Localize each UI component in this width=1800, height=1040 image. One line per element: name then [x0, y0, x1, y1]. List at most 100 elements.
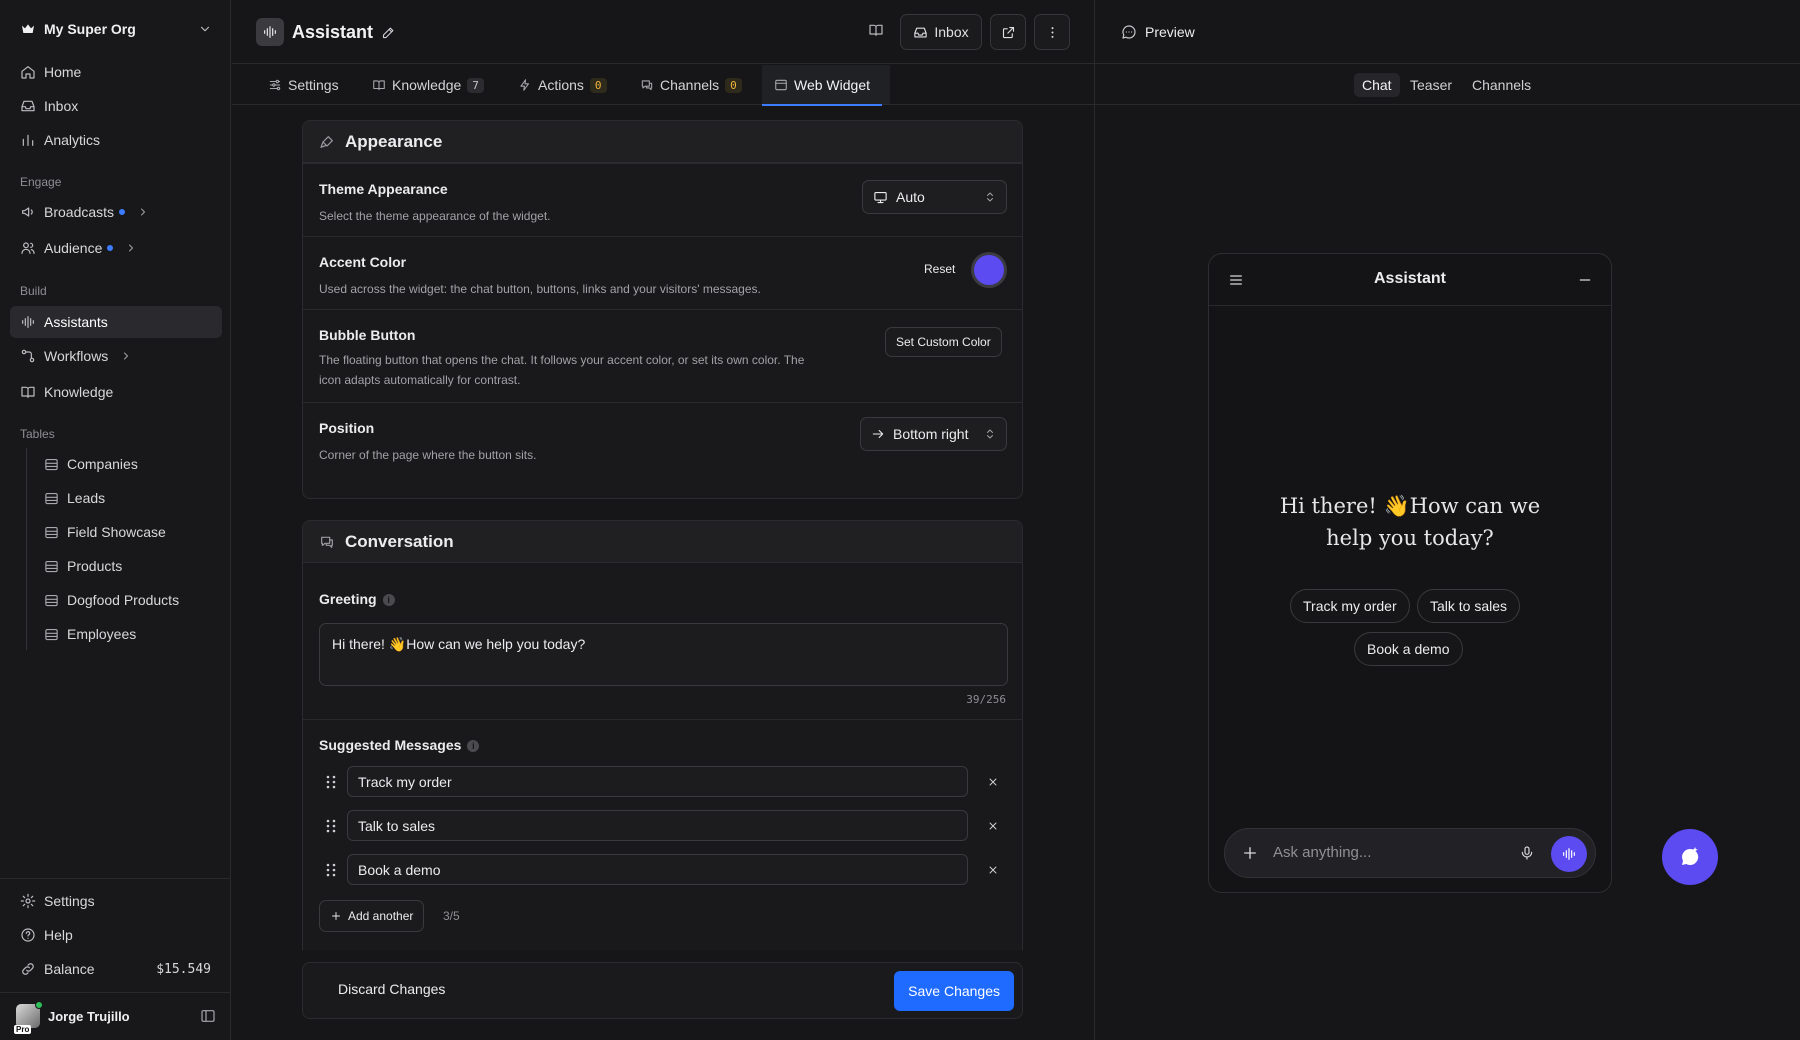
sidebar-item-audience[interactable]: Audience: [10, 232, 222, 264]
voice-mode-button[interactable]: [1551, 836, 1587, 872]
table-item-field-showcase[interactable]: Field Showcase: [44, 518, 166, 546]
composer-placeholder: Ask anything...: [1273, 844, 1372, 861]
pro-badge: Pro: [14, 1025, 32, 1034]
info-icon[interactable]: i: [382, 594, 395, 607]
suggestion-chip[interactable]: Talk to sales: [1417, 589, 1521, 623]
preview-header: Preview: [1095, 0, 1800, 64]
help-icon: [21, 928, 35, 942]
widget-composer[interactable]: Ask anything...: [1224, 828, 1596, 878]
accent-reset-button[interactable]: Reset: [924, 262, 955, 276]
sidebar-item-home[interactable]: Home: [10, 56, 222, 88]
conversation-card-header: Conversation: [303, 521, 1022, 563]
tab-channels[interactable]: Channels 0: [640, 65, 742, 105]
sidebar-item-balance[interactable]: Balance $15.549: [10, 953, 231, 985]
open-external-button[interactable]: [990, 14, 1026, 50]
chat-sparkle-icon: [1682, 847, 1699, 865]
sidebar-item-assistants[interactable]: Assistants: [10, 306, 222, 338]
tab-actions[interactable]: Actions 0: [518, 65, 607, 105]
drag-handle-icon[interactable]: [325, 775, 337, 789]
user-menu[interactable]: Pro Jorge Trujillo: [14, 1000, 216, 1034]
greeting-label-text: Greeting: [319, 591, 377, 607]
sidebar-item-workflows[interactable]: Workflows: [10, 340, 222, 372]
theme-select[interactable]: Auto: [862, 180, 1007, 214]
preview-tab-channels[interactable]: Channels: [1464, 73, 1539, 97]
sidebar-divider: [0, 992, 231, 993]
sidebar-item-analytics[interactable]: Analytics: [10, 124, 222, 156]
microphone-icon[interactable]: [1519, 845, 1535, 861]
position-title: Position: [319, 420, 375, 436]
table-item-dogfood-products[interactable]: Dogfood Products: [44, 586, 179, 614]
inbox-button[interactable]: Inbox: [900, 14, 982, 50]
unread-dot: [119, 209, 126, 215]
chat-circle-icon: [1122, 24, 1136, 39]
table-item-leads[interactable]: Leads: [44, 484, 105, 512]
plus-icon[interactable]: [1241, 844, 1259, 862]
link-icon: [22, 963, 34, 975]
accent-row: Accent Color Used across the widget: the…: [303, 236, 1022, 309]
table-icon: [45, 526, 58, 538]
more-options-button[interactable]: [1034, 14, 1070, 50]
chevron-right-icon: [141, 208, 145, 216]
edit-icon[interactable]: [381, 25, 396, 40]
table-item-companies[interactable]: Companies: [44, 450, 138, 478]
set-custom-color-button[interactable]: Set Custom Color: [885, 327, 1002, 357]
docs-book-icon[interactable]: [868, 22, 884, 38]
preview-tab-teaser[interactable]: Teaser: [1402, 73, 1460, 97]
save-changes-button[interactable]: Save Changes: [894, 971, 1014, 1011]
section-label-engage: Engage: [20, 175, 62, 189]
discard-changes-button[interactable]: Discard Changes: [338, 981, 445, 997]
greeting-textarea[interactable]: Hi there! 👋How can we help you today?: [319, 623, 1008, 686]
close-icon[interactable]: [987, 864, 999, 876]
sidebar-item-label: Workflows: [44, 348, 109, 364]
conversation-title: Conversation: [345, 531, 454, 551]
sidebar-item-inbox[interactable]: Inbox: [10, 90, 222, 122]
sidebar-item-label: Knowledge: [44, 384, 114, 400]
brush-icon: [320, 135, 333, 148]
drag-handle-icon[interactable]: [325, 819, 337, 833]
sidebar-item-knowledge[interactable]: Knowledge: [10, 376, 222, 408]
chat-bubbles-icon: [321, 536, 333, 548]
table-item-employees[interactable]: Employees: [44, 620, 136, 648]
table-item-label: Dogfood Products: [67, 592, 180, 608]
accent-title: Accent Color: [319, 254, 407, 270]
suggested-message-input[interactable]: Track my order: [347, 766, 968, 797]
tables-tree-line: [26, 448, 27, 650]
suggested-message-input[interactable]: Talk to sales: [347, 810, 968, 841]
org-switcher[interactable]: My Super Org: [20, 16, 212, 42]
sidebar-collapse-icon[interactable]: [200, 1008, 216, 1024]
close-icon[interactable]: [987, 820, 999, 832]
monitor-icon: [874, 191, 887, 203]
widget-greeting: Hi there! 👋How can we help you today?: [1279, 494, 1541, 550]
tab-knowledge[interactable]: Knowledge 7: [372, 65, 484, 105]
preview-tabs: Chat Teaser Channels: [1095, 65, 1800, 105]
appearance-card-header: Appearance: [303, 121, 1022, 163]
appearance-card: Appearance Theme Appearance Select the t…: [302, 120, 1023, 499]
sidebar-item-label: Broadcasts: [44, 204, 115, 220]
preview-tab-chat[interactable]: Chat: [1354, 73, 1400, 97]
chevron-right-icon: [129, 244, 134, 252]
minimize-icon[interactable]: [1577, 272, 1593, 288]
sidebar-item-settings[interactable]: Settings: [10, 885, 222, 917]
suggestion-chip[interactable]: Book a demo: [1354, 632, 1463, 666]
position-description: Corner of the page where the button sits…: [319, 448, 537, 462]
suggestion-chip[interactable]: Track my order: [1290, 589, 1410, 623]
suggested-message-input[interactable]: Book a demo: [347, 854, 968, 885]
position-select[interactable]: Bottom right: [860, 417, 1007, 451]
close-icon[interactable]: [987, 776, 999, 788]
info-icon[interactable]: i: [467, 740, 480, 753]
accent-color-swatch[interactable]: [971, 252, 1007, 288]
sidebar-item-label: Help: [44, 927, 73, 943]
broadcast-icon: [22, 207, 33, 217]
sidebar-item-help[interactable]: Help: [10, 919, 222, 951]
tab-settings[interactable]: Settings: [268, 65, 339, 105]
drag-handle-icon[interactable]: [325, 863, 337, 877]
sidebar-item-broadcasts[interactable]: Broadcasts: [10, 196, 222, 228]
external-link-icon: [1002, 26, 1014, 38]
chat-bubble-button[interactable]: [1662, 829, 1718, 885]
balance-value: $15.549: [156, 961, 211, 977]
table-item-products[interactable]: Products: [44, 552, 122, 580]
tab-web-widget[interactable]: Web Widget: [762, 65, 882, 106]
add-another-button[interactable]: Add another: [319, 900, 425, 932]
waveform-icon: [22, 316, 34, 328]
table-item-label: Companies: [67, 456, 138, 472]
